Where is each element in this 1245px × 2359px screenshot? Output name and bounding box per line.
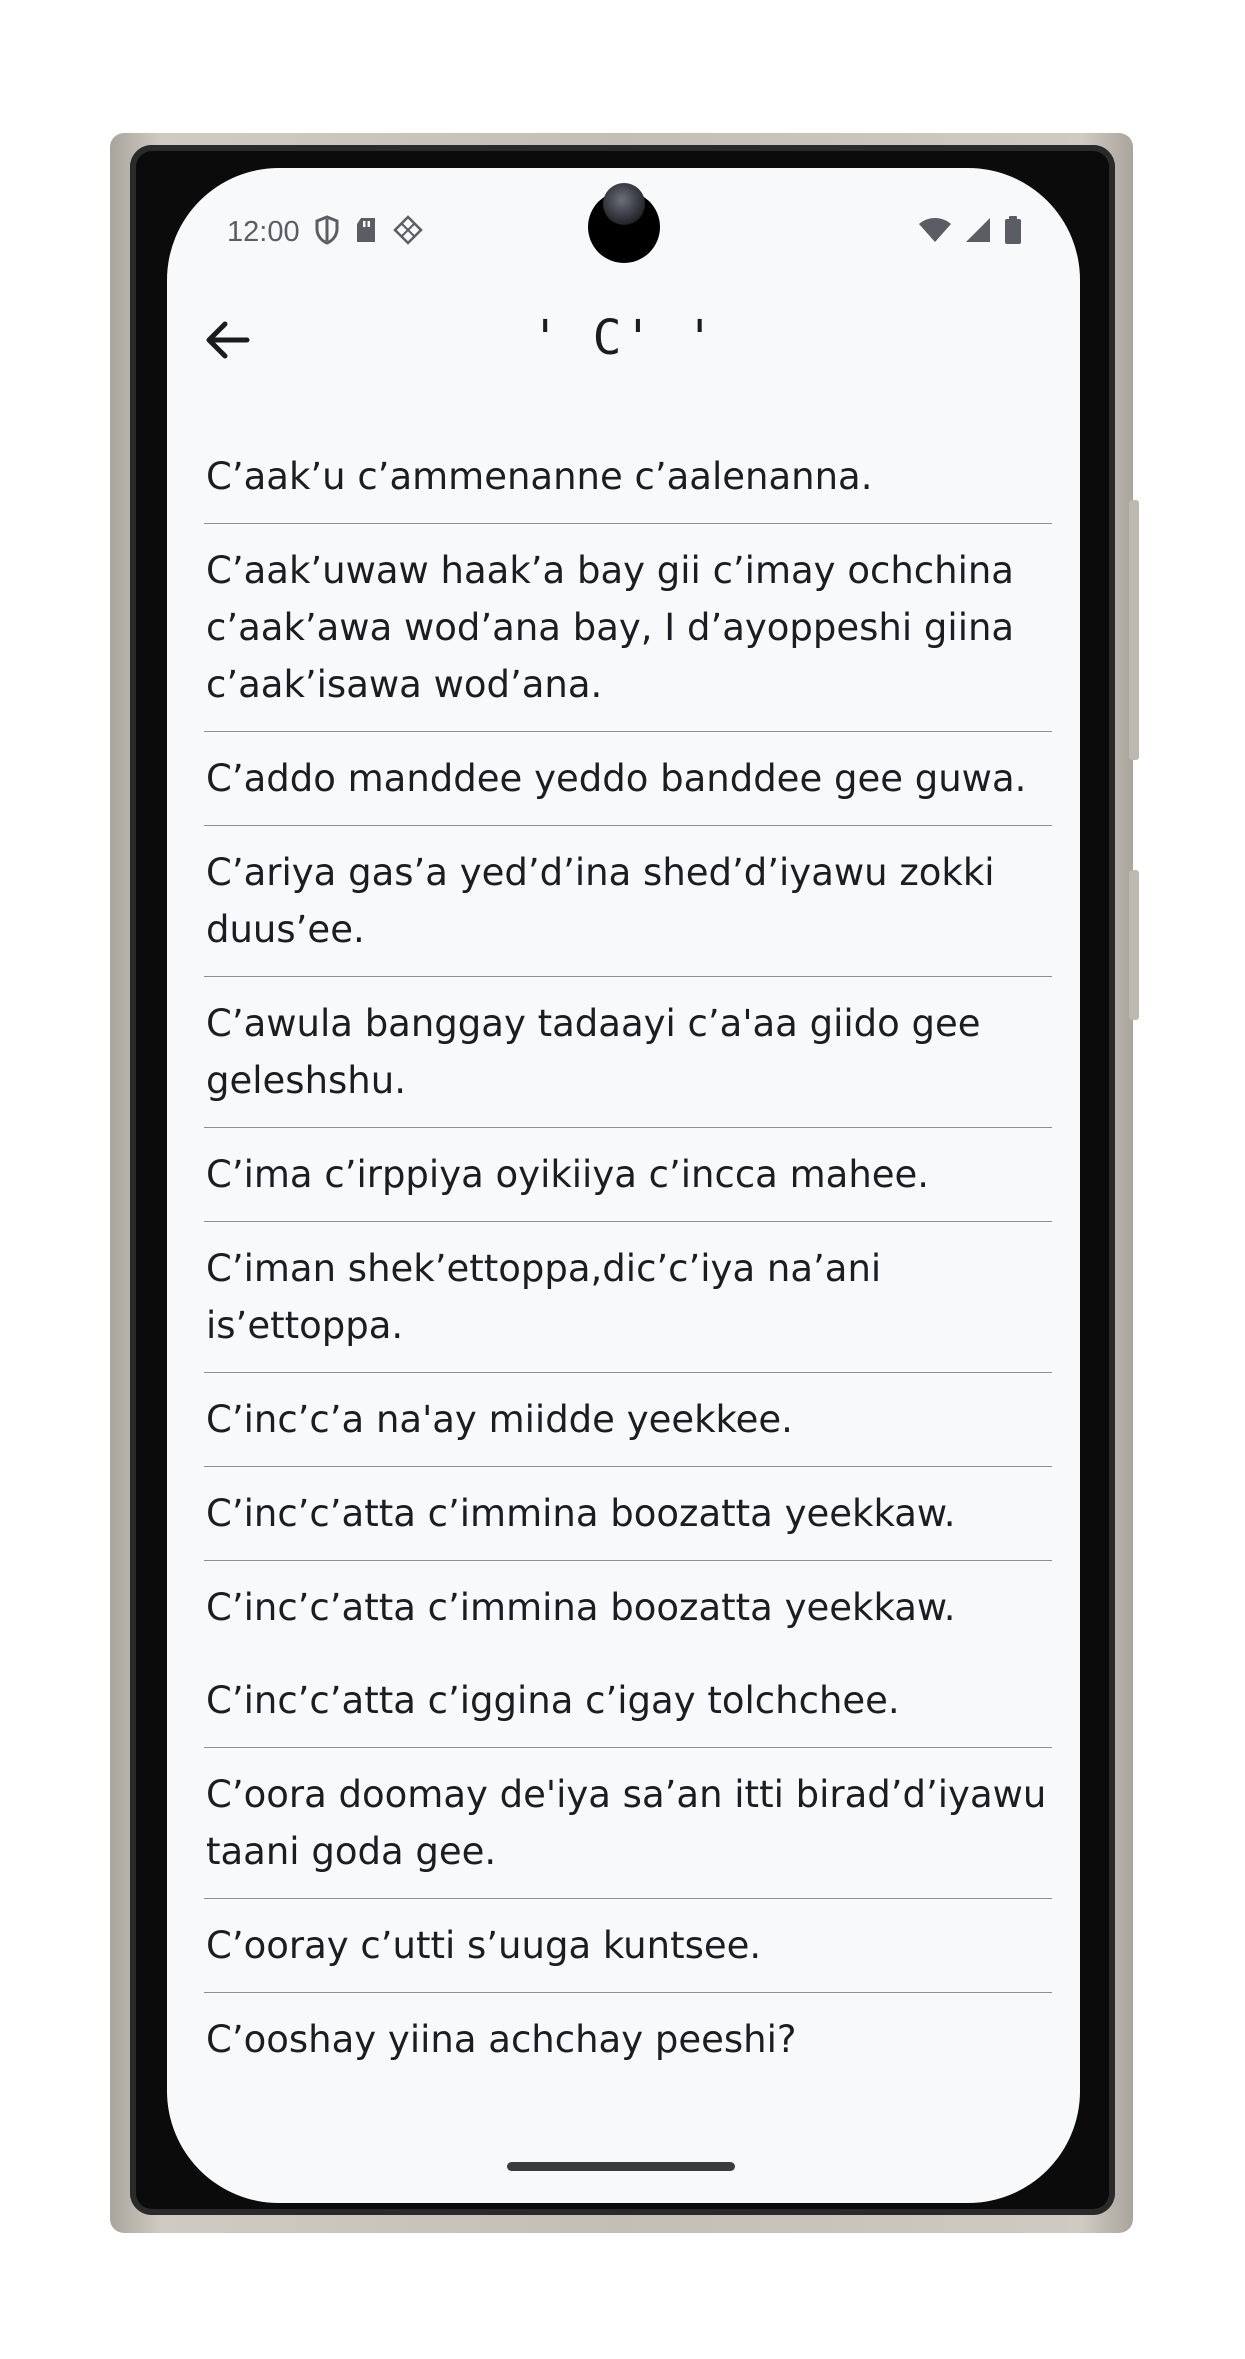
camera-lens (603, 183, 645, 225)
list-item[interactable]: C’ooray c’utti s’uuga kuntsee. (204, 1899, 1052, 1993)
shield-icon (314, 215, 340, 249)
volume-button (1129, 500, 1139, 760)
home-indicator[interactable] (507, 2162, 735, 2171)
wifi-icon (918, 216, 952, 248)
list-item[interactable]: C’inc’c’atta c’immina boozatta yeekkaw. (204, 1561, 1052, 1654)
screen: 12:00 ' C' ' C’aak’u c’ammenanne c’aalen… (167, 168, 1080, 2203)
front-camera (588, 183, 660, 263)
page-title: ' C' ' (530, 310, 717, 366)
list-item[interactable]: C’addo manddee yeddo banddee gee guwa. (204, 732, 1052, 826)
list-item[interactable]: C’oora doomay de'iya sa’an itti birad’d’… (204, 1748, 1052, 1899)
list-item[interactable]: C’aak’u c’ammenanne c’aalenanna. (204, 430, 1052, 524)
list-item[interactable]: C’ima c’irppiya oyikiiya c’incca mahee. (204, 1128, 1052, 1222)
list-item[interactable]: C’awula banggay tadaayi c’a'aa giido gee… (204, 977, 1052, 1128)
status-time: 12:00 (227, 215, 300, 248)
proverb-list: C’aak’u c’ammenanne c’aalenanna. C’aak’u… (204, 430, 1052, 2086)
list-item[interactable]: C’iman shek’ettoppa,dic’c’iya na’ani is’… (204, 1222, 1052, 1373)
signal-icon (964, 216, 992, 248)
power-button (1129, 870, 1139, 1020)
list-item[interactable]: C’inc’c’atta c’iggina c’igay tolchchee. (204, 1654, 1052, 1748)
list-item[interactable]: C’inc’c’atta c’immina boozatta yeekkaw. (204, 1467, 1052, 1561)
list-item[interactable]: C’ariya gas’a yed’d’ina shed’d’iyawu zok… (204, 826, 1052, 977)
battery-icon (1004, 215, 1022, 249)
app-bar: ' C' ' (167, 298, 1080, 378)
list-item[interactable]: C’ooshay yiina achchay peeshi? (204, 1993, 1052, 2086)
list-item[interactable]: C’aak’uwaw haak’a bay gii c’imay ochchin… (204, 524, 1052, 732)
diamond-grid-icon (392, 214, 424, 250)
sd-card-icon (354, 216, 378, 248)
list-item[interactable]: C’inc’c’a na'ay miidde yeekkee. (204, 1373, 1052, 1467)
